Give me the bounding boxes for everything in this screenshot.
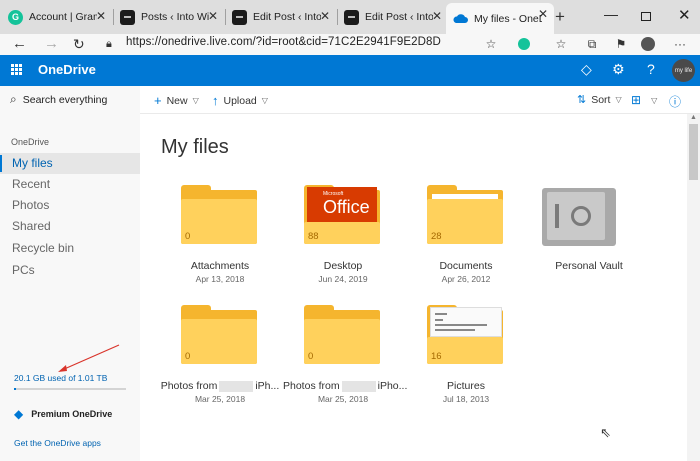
annotation-arrow — [58, 344, 120, 372]
mouse-cursor-icon: ⇖ — [600, 425, 611, 440]
